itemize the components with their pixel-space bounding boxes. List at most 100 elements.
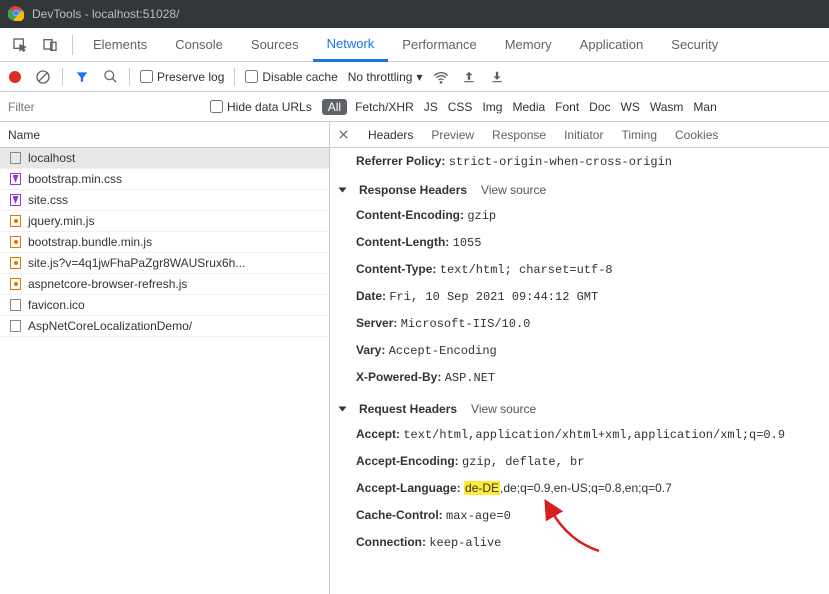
request-headers-section[interactable]: Request Headers View source bbox=[340, 402, 819, 416]
request-row[interactable]: bootstrap.min.css bbox=[0, 169, 329, 190]
response-header-row: Vary: Accept-Encoding bbox=[356, 340, 819, 361]
download-icon[interactable] bbox=[488, 68, 506, 86]
network-conditions-icon[interactable] bbox=[432, 68, 450, 86]
request-row[interactable]: bootstrap.bundle.min.js bbox=[0, 232, 329, 253]
tab-sources[interactable]: Sources bbox=[237, 28, 313, 61]
filter-img[interactable]: Img bbox=[482, 100, 502, 114]
filter-doc[interactable]: Doc bbox=[589, 100, 610, 114]
inspect-icon[interactable] bbox=[6, 31, 34, 59]
response-header-row: Content-Encoding: gzip bbox=[356, 205, 819, 226]
request-name: site.css bbox=[28, 193, 68, 207]
headers-panel: Referrer Policy: strict-origin-when-cros… bbox=[330, 148, 829, 594]
filter-icon[interactable] bbox=[73, 68, 91, 86]
file-icon bbox=[8, 256, 22, 270]
disable-cache-checkbox[interactable]: Disable cache bbox=[245, 70, 337, 84]
view-source-link[interactable]: View source bbox=[481, 183, 546, 197]
tab-application[interactable]: Application bbox=[566, 28, 658, 61]
subtab-response[interactable]: Response bbox=[492, 128, 546, 142]
referrer-policy-label: Referrer Policy: bbox=[356, 154, 445, 168]
filter-manifest[interactable]: Man bbox=[693, 100, 716, 114]
view-source-link[interactable]: View source bbox=[471, 402, 536, 416]
response-headers-title: Response Headers bbox=[359, 183, 467, 197]
response-header-row: Content-Type: text/html; charset=utf-8 bbox=[356, 259, 819, 280]
content-split: Name localhost bootstrap.min.css site.css j… bbox=[0, 122, 829, 594]
filter-bar: Hide data URLs All Fetch/XHR JS CSS Img … bbox=[0, 92, 829, 122]
throttling-select[interactable]: No throttling ▾ bbox=[348, 70, 423, 84]
tab-performance[interactable]: Performance bbox=[388, 28, 490, 61]
main-tabs: Elements Console Sources Network Perform… bbox=[0, 28, 829, 62]
request-row[interactable]: aspnetcore-browser-refresh.js bbox=[0, 274, 329, 295]
filter-fetch-xhr[interactable]: Fetch/XHR bbox=[355, 100, 414, 114]
preserve-log-label: Preserve log bbox=[157, 70, 224, 84]
response-headers-section[interactable]: Response Headers View source bbox=[340, 183, 819, 197]
request-name: bootstrap.min.css bbox=[28, 172, 122, 186]
filter-media[interactable]: Media bbox=[512, 100, 545, 114]
filter-wasm[interactable]: Wasm bbox=[650, 100, 684, 114]
file-icon bbox=[8, 319, 22, 333]
detail-subtabs: Headers Preview Response Initiator Timin… bbox=[330, 122, 829, 148]
preserve-log-checkbox[interactable]: Preserve log bbox=[140, 70, 224, 84]
response-header-row: Server: Microsoft-IIS/10.0 bbox=[356, 313, 819, 334]
header-cache-control: Cache-Control: max-age=0 bbox=[356, 505, 819, 526]
hide-data-urls-input[interactable] bbox=[210, 100, 223, 113]
close-icon[interactable] bbox=[336, 128, 350, 142]
tab-security[interactable]: Security bbox=[657, 28, 732, 61]
chrome-icon bbox=[8, 5, 32, 24]
window-titlebar: DevTools - localhost:51028/ bbox=[0, 0, 829, 28]
filter-all[interactable]: All bbox=[322, 99, 347, 115]
tab-console[interactable]: Console bbox=[161, 28, 237, 61]
triangle-down-icon bbox=[339, 407, 347, 412]
request-row[interactable]: favicon.ico bbox=[0, 295, 329, 316]
file-icon bbox=[8, 172, 22, 186]
filter-js[interactable]: JS bbox=[424, 100, 438, 114]
record-button[interactable] bbox=[6, 68, 24, 86]
upload-icon[interactable] bbox=[460, 68, 478, 86]
subtab-headers[interactable]: Headers bbox=[368, 128, 413, 142]
preserve-log-input[interactable] bbox=[140, 70, 153, 83]
search-icon[interactable] bbox=[101, 68, 119, 86]
filter-input[interactable] bbox=[0, 92, 210, 121]
throttling-value: No throttling bbox=[348, 70, 413, 84]
filter-css[interactable]: CSS bbox=[448, 100, 473, 114]
subtab-cookies[interactable]: Cookies bbox=[675, 128, 718, 142]
filter-font[interactable]: Font bbox=[555, 100, 579, 114]
request-row[interactable]: site.css bbox=[0, 190, 329, 211]
subtab-initiator[interactable]: Initiator bbox=[564, 128, 603, 142]
response-header-row: Content-Length: 1055 bbox=[356, 232, 819, 253]
hide-data-urls-label: Hide data URLs bbox=[227, 100, 312, 114]
file-icon bbox=[8, 277, 22, 291]
request-name: jquery.min.js bbox=[28, 214, 94, 228]
request-list-header[interactable]: Name bbox=[0, 122, 329, 148]
tab-memory[interactable]: Memory bbox=[491, 28, 566, 61]
disable-cache-label: Disable cache bbox=[262, 70, 337, 84]
referrer-policy-value: strict-origin-when-cross-origin bbox=[449, 155, 672, 169]
request-name: favicon.ico bbox=[28, 298, 85, 312]
device-toggle-icon[interactable] bbox=[36, 31, 64, 59]
request-name: localhost bbox=[28, 151, 75, 165]
request-row[interactable]: AspNetCoreLocalizationDemo/ bbox=[0, 316, 329, 337]
request-list: Name localhost bootstrap.min.css site.css j… bbox=[0, 122, 330, 594]
request-name: AspNetCoreLocalizationDemo/ bbox=[28, 319, 192, 333]
request-headers-title: Request Headers bbox=[359, 402, 457, 416]
request-name: bootstrap.bundle.min.js bbox=[28, 235, 152, 249]
separator bbox=[62, 68, 63, 86]
triangle-down-icon bbox=[339, 188, 347, 193]
hide-data-urls-checkbox[interactable]: Hide data URLs bbox=[210, 100, 312, 114]
subtab-preview[interactable]: Preview bbox=[431, 128, 474, 142]
window-title: DevTools - localhost:51028/ bbox=[32, 7, 179, 21]
subtab-timing[interactable]: Timing bbox=[621, 128, 657, 142]
tab-elements[interactable]: Elements bbox=[79, 28, 161, 61]
request-name: aspnetcore-browser-refresh.js bbox=[28, 277, 187, 291]
request-row[interactable]: site.js?v=4q1jwFhaPaZgr8WAUSrux6h... bbox=[0, 253, 329, 274]
separator bbox=[72, 35, 73, 55]
filter-ws[interactable]: WS bbox=[621, 100, 640, 114]
tab-network[interactable]: Network bbox=[313, 29, 389, 62]
request-row[interactable]: jquery.min.js bbox=[0, 211, 329, 232]
header-accept-encoding: Accept-Encoding: gzip, deflate, br bbox=[356, 451, 819, 472]
disable-cache-input[interactable] bbox=[245, 70, 258, 83]
request-row[interactable]: localhost bbox=[0, 148, 329, 169]
header-connection: Connection: keep-alive bbox=[356, 532, 819, 553]
highlight: de-DE bbox=[464, 481, 500, 495]
response-header-row: Date: Fri, 10 Sep 2021 09:44:12 GMT bbox=[356, 286, 819, 307]
clear-icon[interactable] bbox=[34, 68, 52, 86]
